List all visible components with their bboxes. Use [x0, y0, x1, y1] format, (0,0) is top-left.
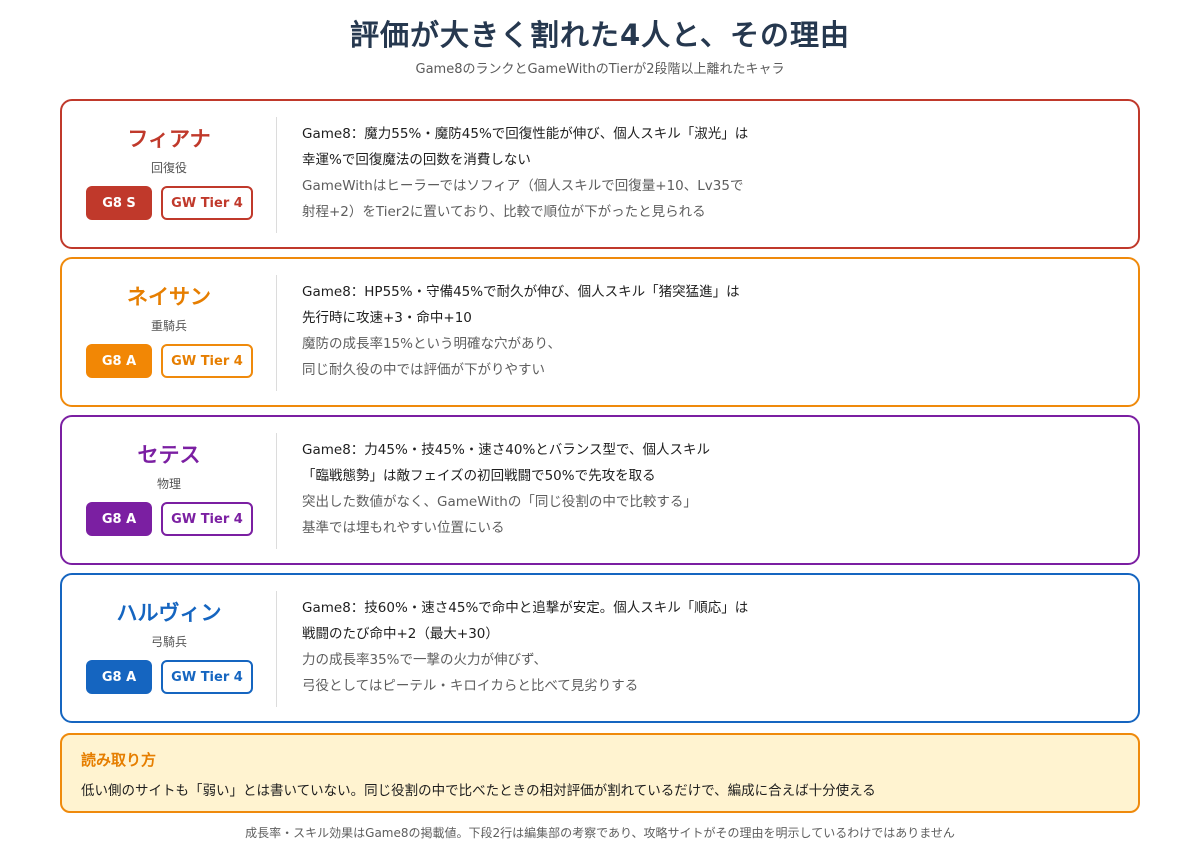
- description-line: 同じ耐久役の中では評価が下がりやすい: [302, 362, 545, 378]
- gamewith-tier-badge: GW Tier 4: [161, 660, 253, 694]
- description-line: Game8：HP55%・守備45%で耐久が伸び、個人スキル「猪突猛進」は: [302, 284, 740, 300]
- character-card-halvin: ハルヴィン 弓騎兵 G8 A GW Tier 4 Game8：技60%・速さ45…: [60, 573, 1140, 723]
- description-line: 「臨戦態勢」は敵フェイズの初回戦闘で50%で先攻を取る: [302, 468, 656, 484]
- description-line: 基準では埋もれやすい位置にいる: [302, 520, 505, 536]
- description-line: Game8：力45%・技45%・速さ40%とバランス型で、個人スキル: [302, 442, 710, 458]
- character-name: ハルヴィン: [116, 601, 222, 625]
- page-subtitle: Game8のランクとGameWithのTierが2段階以上離れたキャラ: [415, 62, 785, 77]
- character-name: フィアナ: [127, 127, 211, 151]
- description-line: Game8：魔力55%・魔防45%で回復性能が伸び、個人スキル「淑光」は: [302, 126, 749, 142]
- character-card-fiana: フィアナ 回復役 G8 S GW Tier 4 Game8：魔力55%・魔防45…: [60, 99, 1140, 249]
- game8-rank-badge: G8 A: [86, 344, 152, 378]
- character-role: 重騎兵: [150, 319, 187, 333]
- description-line: 射程+2）をTier2に置いており、比較で順位が下がったと見られる: [302, 204, 706, 220]
- character-summary: フィアナ 回復役 G8 S GW Tier 4: [62, 101, 276, 247]
- game8-rank-badge: G8 A: [86, 502, 152, 536]
- gamewith-tier-badge: GW Tier 4: [161, 502, 253, 536]
- footer-caption: 成長率・スキル効果はGame8の掲載値。下段2行は編集部の考察であり、攻略サイト…: [245, 826, 955, 840]
- description-line: 突出した数値がなく、GameWithの「同じ役割の中で比較する」: [302, 494, 697, 510]
- character-description: Game8：技60%・速さ45%で命中と追撃が安定。個人スキル「順応」は 戦闘の…: [302, 595, 1122, 699]
- character-description: Game8：HP55%・守備45%で耐久が伸び、個人スキル「猪突猛進」は 先行時…: [302, 279, 1122, 383]
- character-description: Game8：力45%・技45%・速さ40%とバランス型で、個人スキル 「臨戦態勢…: [302, 437, 1122, 541]
- character-summary: ハルヴィン 弓騎兵 G8 A GW Tier 4: [62, 575, 276, 721]
- character-description: Game8：魔力55%・魔防45%で回復性能が伸び、個人スキル「淑光」は 幸運%…: [302, 121, 1122, 225]
- description-line: 力の成長率35%で一撃の火力が伸びず、: [302, 652, 548, 668]
- note-body: 低い側のサイトも「弱い」とは書いていない。同じ役割の中で比べたときの相対評価が割…: [81, 783, 876, 799]
- gamewith-tier-badge: GW Tier 4: [161, 344, 253, 378]
- character-name: ネイサン: [127, 285, 211, 309]
- note-heading: 読み取り方: [81, 751, 157, 769]
- description-line: 弓役としてはピーテル・キロイカらと比べて見劣りする: [302, 678, 639, 694]
- game8-rank-badge: G8 A: [86, 660, 152, 694]
- card-divider: [276, 591, 277, 707]
- reading-guide-note: 読み取り方 低い側のサイトも「弱い」とは書いていない。同じ役割の中で比べたときの…: [60, 733, 1140, 813]
- page: 評価が大きく割れた4人と、その理由 Game8のランクとGameWithのTie…: [0, 0, 1200, 860]
- description-line: 戦闘のたび命中+2（最大+30）: [302, 626, 499, 642]
- description-line: 魔防の成長率15%という明確な穴があり、: [302, 336, 561, 352]
- character-role: 回復役: [150, 161, 187, 175]
- card-divider: [276, 433, 277, 549]
- description-line: 先行時に攻速+3・命中+10: [302, 310, 472, 326]
- description-line: GameWithはヒーラーではソフィア（個人スキルで回復量+10、Lv35で: [302, 178, 744, 194]
- character-card-nathan: ネイサン 重騎兵 G8 A GW Tier 4 Game8：HP55%・守備45…: [60, 257, 1140, 407]
- character-role: 物理: [156, 477, 181, 491]
- card-divider: [276, 117, 277, 233]
- character-role: 弓騎兵: [150, 635, 187, 649]
- character-name: セテス: [137, 443, 201, 467]
- page-title: 評価が大きく割れた4人と、その理由: [349, 18, 851, 52]
- description-line: Game8：技60%・速さ45%で命中と追撃が安定。個人スキル「順応」は: [302, 600, 749, 616]
- game8-rank-badge: G8 S: [86, 186, 152, 220]
- gamewith-tier-badge: GW Tier 4: [161, 186, 253, 220]
- description-line: 幸運%で回復魔法の回数を消費しない: [302, 152, 531, 168]
- character-summary: ネイサン 重騎兵 G8 A GW Tier 4: [62, 259, 276, 405]
- character-summary: セテス 物理 G8 A GW Tier 4: [62, 417, 276, 563]
- character-card-seteth: セテス 物理 G8 A GW Tier 4 Game8：力45%・技45%・速さ…: [60, 415, 1140, 565]
- card-divider: [276, 275, 277, 391]
